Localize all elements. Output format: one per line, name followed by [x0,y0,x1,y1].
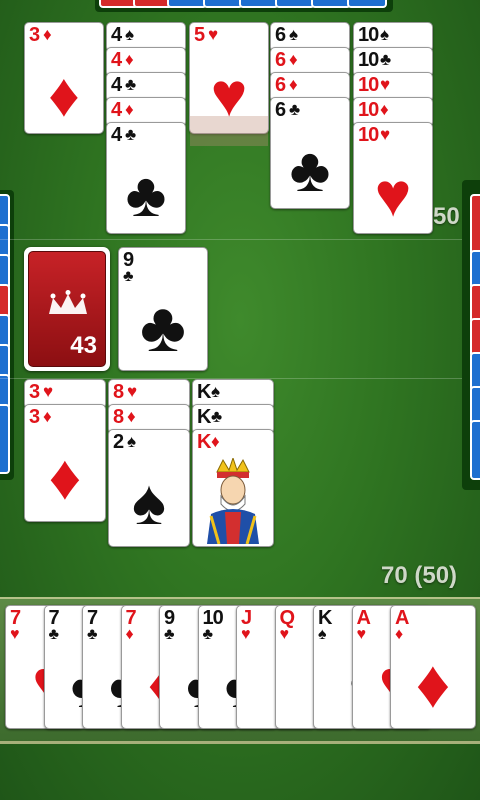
spade-icon: ♠ [318,626,327,643]
diamond-icon: ♦ [211,432,220,451]
right-opponent-hand [462,180,480,490]
spade-icon: ♠ [125,25,135,44]
club-large-icon: ♣ [140,288,186,366]
club-large-icon: ♣ [125,161,167,230]
card-rank: 6 [275,74,286,96]
diamond-icon: ♦ [125,50,134,69]
card-rank: 5 [194,24,205,46]
club-icon: ♣ [125,75,137,94]
king-face-icon [193,456,273,546]
heart-icon: ♥ [380,125,391,144]
left-opponent-hand [0,190,14,480]
card-rank: 10 [358,24,379,46]
area-divider-top [0,239,462,240]
card-rank: K [197,381,211,403]
card-rank: 6 [275,24,286,46]
club-large-icon: ♣ [289,136,331,205]
heart-large-icon: ♥ [210,61,248,130]
card-4-club: 4 ♣ ♣ [106,122,186,234]
card-k-diamond[interactable]: K ♦ [192,429,274,547]
heart-icon: ♥ [279,626,290,643]
club-icon: ♣ [48,626,60,643]
diamond-icon: ♦ [380,100,389,119]
club-icon: ♣ [380,50,392,69]
club-icon: ♣ [211,407,223,426]
card-rank: 3 [29,381,40,403]
card-rank: 4 [111,24,122,46]
card-rank: 10 [358,124,379,146]
diamond-icon: ♦ [289,75,298,94]
card-3-diamond: 3 ♦ ♦ [24,22,104,134]
diamond-icon: ♦ [43,25,52,44]
heart-icon: ♥ [380,75,391,94]
card-2-spade[interactable]: 2 ♠ ♠ [108,429,190,547]
card-back: 43 [28,251,106,367]
card-10-heart: 10 ♥ ♥ [353,122,433,234]
diamond-large-icon: ♦ [48,441,82,513]
diamond-large-icon: ♦ [415,646,451,722]
stock-count: 43 [70,332,97,359]
card-rank: K [197,406,211,428]
card-3-diamond[interactable]: 3 ♦ ♦ [24,404,106,522]
opponent-score: 50 [433,203,460,230]
card-rank: 4 [111,49,122,71]
spade-icon: ♠ [289,25,299,44]
club-icon: ♣ [87,626,98,643]
card-6-club: 6 ♣ ♣ [270,97,350,209]
diamond-icon: ♦ [289,50,298,69]
card-rank: 6 [275,49,286,71]
card-rank: 2 [113,431,124,453]
heart-icon: ♥ [208,25,219,44]
card-rank: 6 [275,99,286,121]
diamond-icon: ♦ [125,626,134,643]
card-rank: 8 [113,406,124,428]
diamond-icon: ♦ [395,626,404,643]
card-5-heart: 5 ♥ ♥ [189,22,269,134]
diamond-icon: ♦ [43,407,52,426]
card-rank: K [197,431,211,453]
heart-large-icon: ♥ [374,161,412,230]
club-icon: ♣ [164,626,175,643]
card-rank: 8 [113,381,124,403]
heart-icon: ♥ [43,382,54,401]
club-icon: ♣ [202,626,214,643]
spade-icon: ♠ [380,25,390,44]
heart-icon: ♥ [241,626,251,643]
player-score: 70 (50) [381,562,458,589]
card-rank: 10 [358,74,379,96]
card-rank: 10 [358,99,379,121]
club-icon: ♣ [123,268,134,285]
card-rank: 3 [29,24,40,46]
card-rank: 4 [111,74,122,96]
card-rank: 10 [358,49,379,71]
card-9-club[interactable]: 9♣♣ [118,247,208,371]
diamond-icon: ♦ [125,100,134,119]
card-a-diamond[interactable]: A ♦ ♦ [390,605,476,729]
club-icon: ♣ [125,125,137,144]
spade-icon: ♠ [127,432,137,451]
diamond-icon: ♦ [127,407,136,426]
heart-icon: ♥ [10,626,20,643]
diamond-large-icon: ♦ [48,61,80,130]
card-rank: 4 [111,99,122,121]
club-icon: ♣ [289,100,301,119]
stock-pile[interactable]: 43 [24,247,110,371]
crown-logo-icon [49,290,87,314]
card-rank: 4 [111,124,122,146]
spade-large-icon: ♠ [132,466,166,538]
heart-icon: ♥ [356,626,367,643]
opponent-top-hand [95,0,393,12]
heart-icon: ♥ [127,382,138,401]
card-rank: 3 [29,406,40,428]
spade-icon: ♠ [211,382,221,401]
